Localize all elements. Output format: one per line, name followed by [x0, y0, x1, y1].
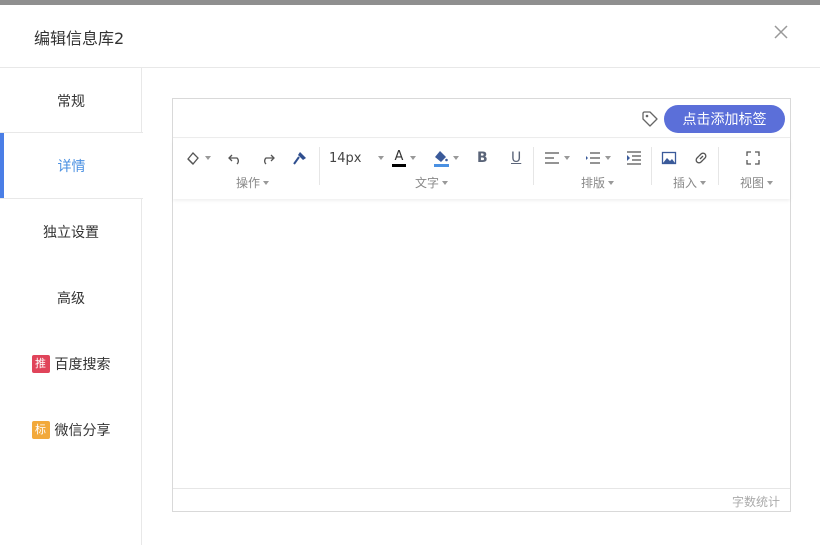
insert-image-button[interactable]: [661, 147, 677, 169]
dialog-header: 编辑信息库2: [0, 5, 820, 68]
group-label: 操作: [236, 176, 261, 190]
fill-color-icon: [433, 150, 449, 167]
fullscreen-icon: [745, 150, 761, 166]
edit-dialog: 编辑信息库2 常规 详情 独立设置 高级 推 百度搜索 标 微信分享 点击添加标…: [0, 5, 820, 545]
word-count-label: 字数统计: [731, 495, 780, 509]
sidebar-item-independent-settings[interactable]: 独立设置: [0, 199, 142, 265]
sidebar-item-label: 详情: [57, 158, 86, 175]
chevron-down-icon: [564, 156, 570, 160]
group-text[interactable]: 文字: [415, 174, 449, 191]
tag-bar: 点击添加标签: [173, 99, 790, 138]
toolbar-divider: [533, 147, 534, 185]
chevron-down-icon: [453, 156, 459, 160]
underline-icon: U: [511, 150, 522, 166]
editor-footer: 字数统计: [173, 488, 790, 511]
group-label: 视图: [740, 176, 765, 190]
sidebar: 常规 详情 独立设置 高级 推 百度搜索 标 微信分享: [0, 68, 143, 545]
group-layout[interactable]: 排版: [581, 174, 615, 191]
group-view[interactable]: 视图: [740, 174, 774, 191]
chevron-down-icon: [442, 180, 449, 185]
mark-badge: 标: [31, 421, 50, 439]
sidebar-item-label: 高级: [57, 291, 85, 307]
sidebar-item-baidu-search[interactable]: 推 百度搜索: [0, 331, 142, 397]
link-icon: [693, 150, 709, 166]
image-icon: [661, 151, 677, 165]
add-tag-button[interactable]: 点击添加标签: [664, 105, 785, 133]
format-painter-icon: [292, 150, 308, 166]
sidebar-item-details[interactable]: 详情: [0, 132, 143, 199]
group-label: 文字: [415, 176, 440, 190]
font-size-select[interactable]: 14px: [329, 147, 384, 169]
chevron-down-icon: [605, 156, 611, 160]
format-painter-button[interactable]: [292, 147, 308, 169]
chevron-down-icon: [205, 156, 211, 160]
group-label: 排版: [581, 176, 606, 190]
sidebar-item-label: 百度搜索: [54, 357, 111, 373]
align-left-icon: [544, 151, 560, 165]
toolbar-divider: [319, 147, 320, 185]
font-color-icon: A: [392, 150, 406, 167]
editor-toolbar: 操作 14px A B U 文字 排版 插入 视图: [173, 139, 790, 199]
chevron-down-icon: [608, 180, 615, 185]
bold-icon: B: [477, 150, 488, 166]
list-icon: [585, 151, 601, 165]
redo-icon: [260, 150, 276, 166]
sidebar-item-label: 独立设置: [43, 225, 99, 241]
align-dropdown[interactable]: [544, 147, 570, 169]
dialog-title: 编辑信息库2: [34, 29, 125, 48]
undo-icon: [227, 150, 243, 166]
sidebar-item-general[interactable]: 常规: [0, 68, 142, 134]
font-size-value: 14px: [329, 150, 362, 166]
font-color-letter: A: [394, 148, 404, 164]
bold-button[interactable]: B: [477, 147, 488, 169]
toolbar-divider: [651, 147, 652, 185]
indent-icon: [626, 151, 642, 165]
insert-link-button[interactable]: [693, 147, 709, 169]
rich-text-editor: 点击添加标签 操作 14px A B U 文字 排版 插入 视图 字数统计: [172, 98, 791, 512]
redo-button[interactable]: [260, 147, 276, 169]
undo-button[interactable]: [227, 147, 243, 169]
sidebar-item-advanced[interactable]: 高级: [0, 265, 142, 331]
sidebar-item-label: 常规: [57, 94, 85, 110]
group-label: 插入: [673, 176, 698, 190]
font-color-dropdown[interactable]: A: [392, 147, 416, 169]
recommend-badge: 推: [31, 355, 50, 373]
chevron-down-icon: [377, 156, 384, 160]
close-icon[interactable]: [772, 23, 790, 41]
chevron-down-icon: [767, 180, 774, 185]
group-operations[interactable]: 操作: [236, 174, 270, 191]
background-color-dropdown[interactable]: [433, 147, 459, 169]
indent-button[interactable]: [626, 147, 642, 169]
toolbar-divider: [718, 147, 719, 185]
eraser-icon: [185, 150, 201, 166]
editor-content-area[interactable]: [173, 200, 790, 489]
eraser-dropdown[interactable]: [185, 147, 211, 169]
group-insert[interactable]: 插入: [673, 174, 707, 191]
list-dropdown[interactable]: [585, 147, 611, 169]
underline-button[interactable]: U: [511, 147, 521, 169]
chevron-down-icon: [700, 180, 707, 185]
tag-icon: [641, 110, 659, 128]
sidebar-item-wechat-share[interactable]: 标 微信分享: [0, 397, 142, 463]
chevron-down-icon: [410, 156, 416, 160]
fullscreen-button[interactable]: [745, 147, 761, 169]
sidebar-item-label: 微信分享: [54, 423, 111, 439]
chevron-down-icon: [263, 180, 270, 185]
